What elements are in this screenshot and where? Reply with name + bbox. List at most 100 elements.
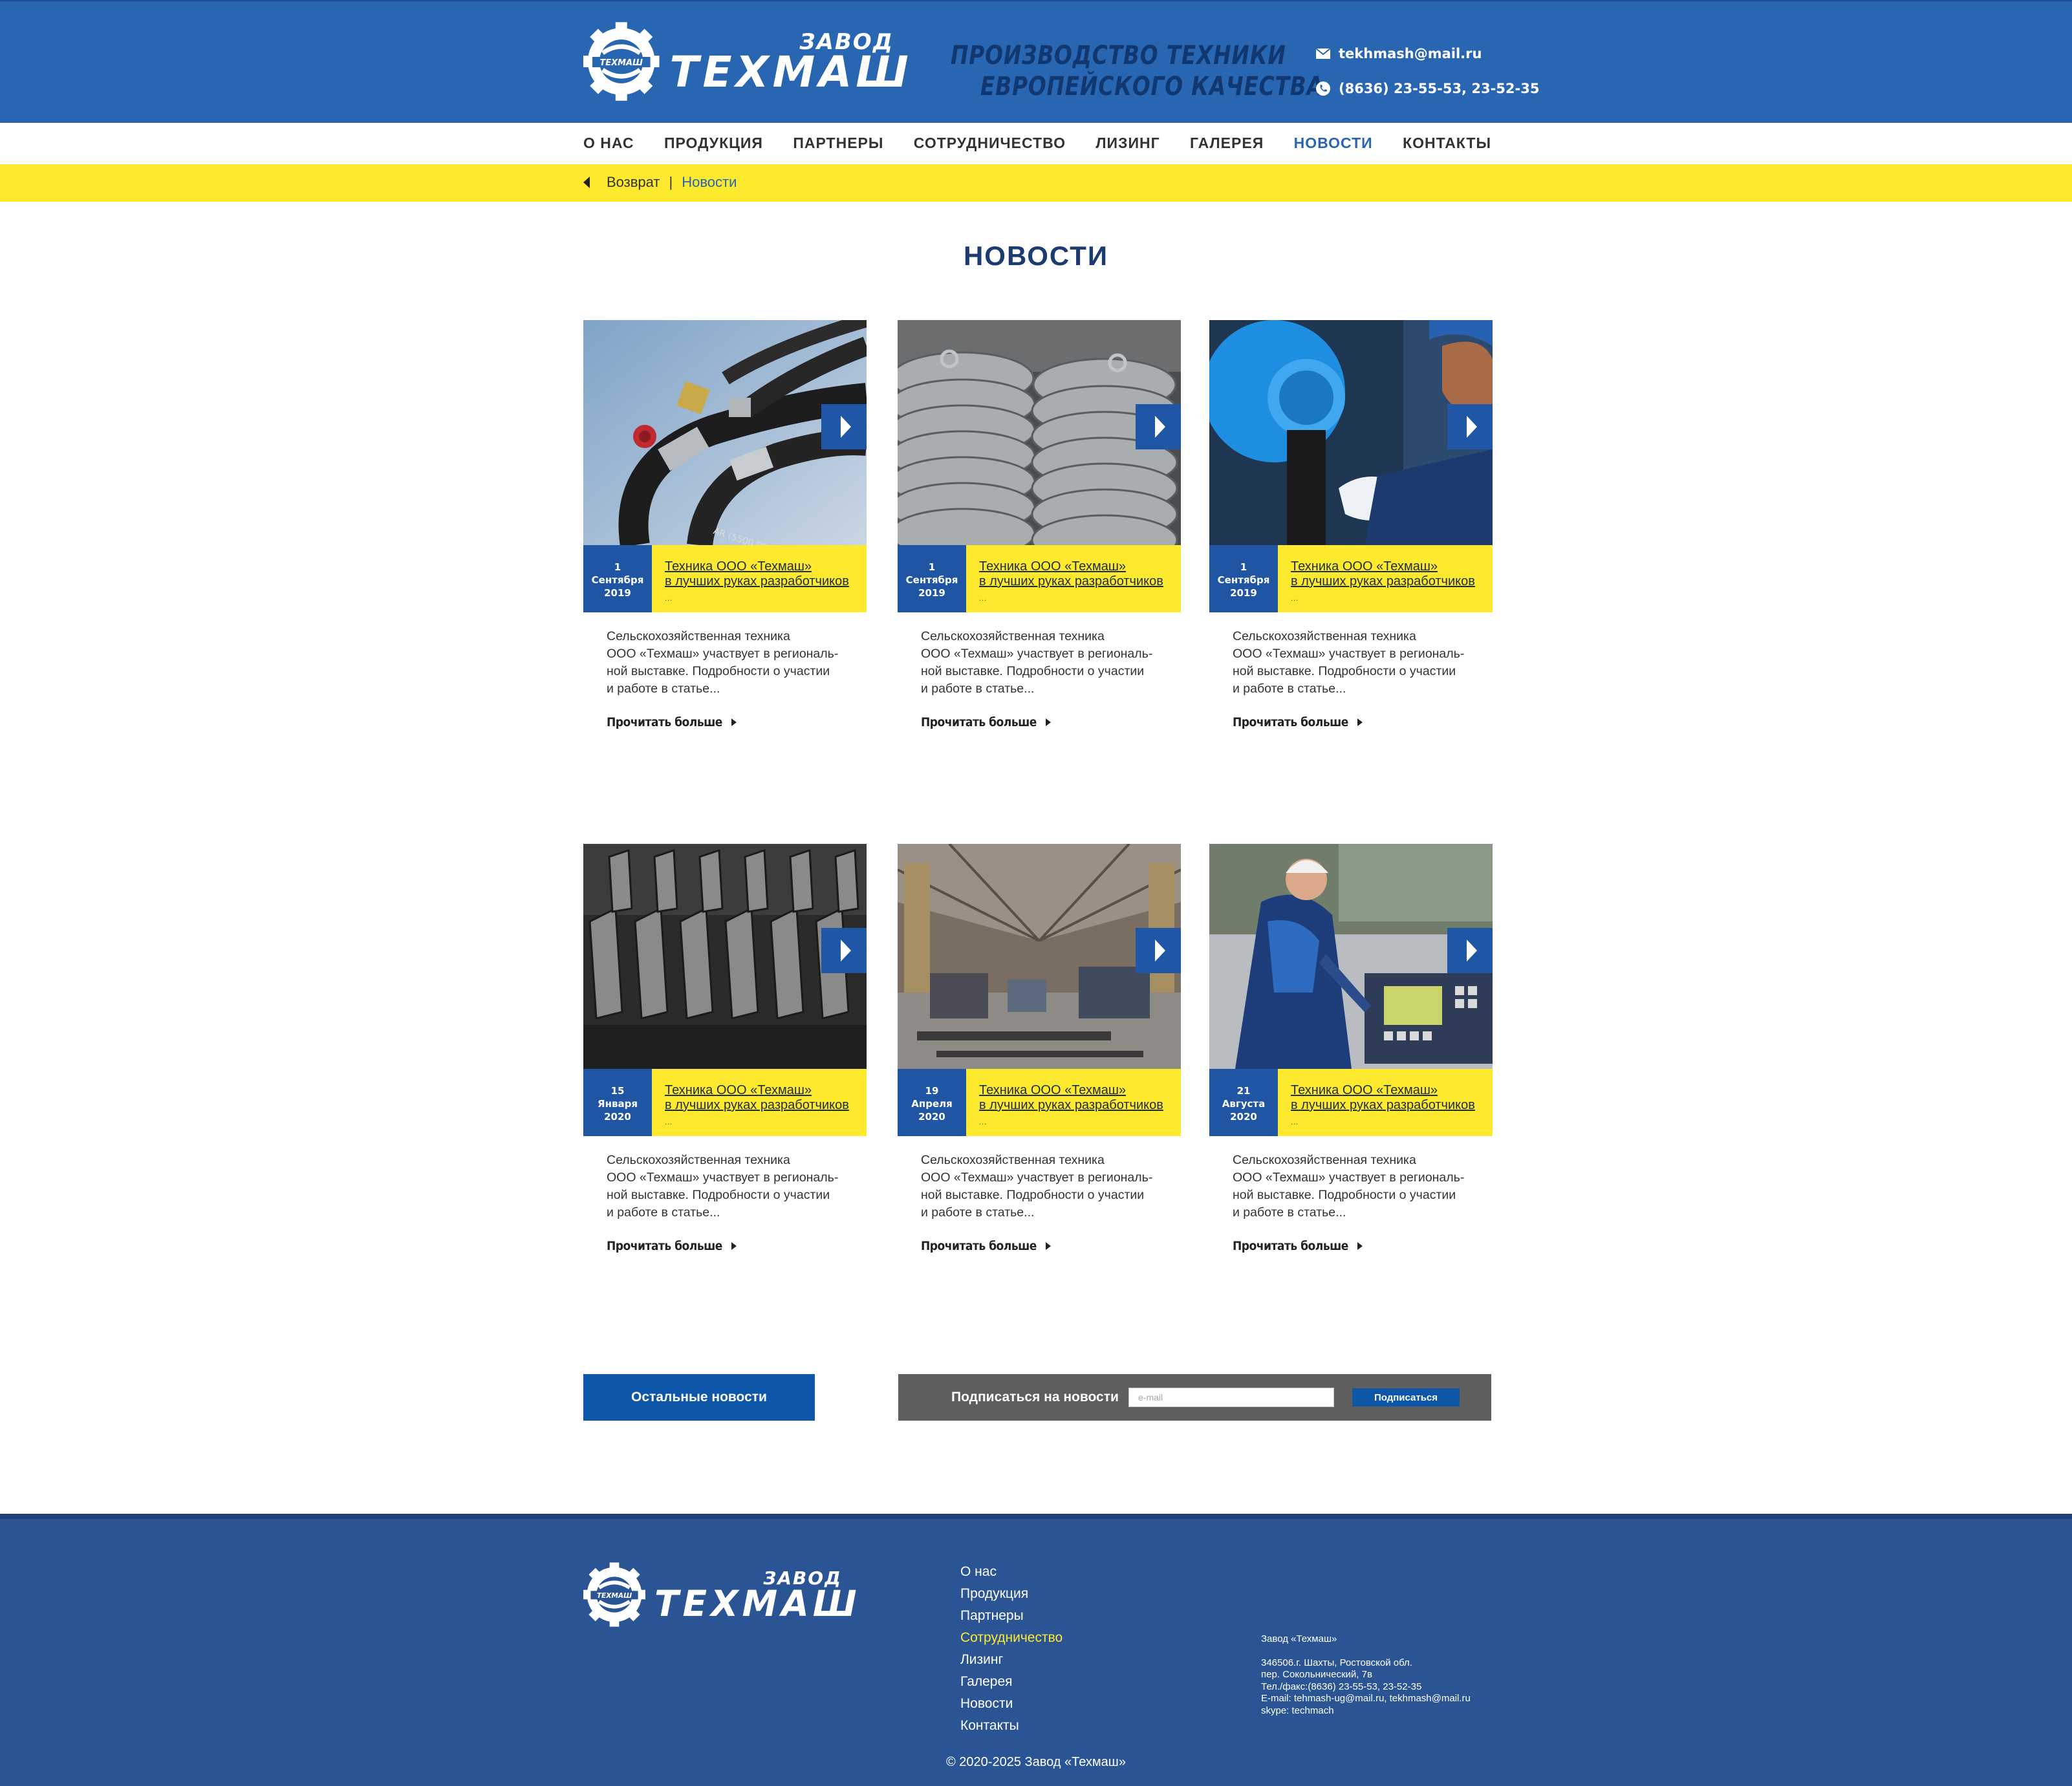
footer-link-about[interactable]: О нас [960,1561,1063,1583]
read-more-link[interactable]: Прочитать больше [607,715,737,729]
excerpt-line: Сельскохозяйственная техника [921,629,1105,643]
excerpt-line: и работе в статье... [607,682,720,696]
play-button[interactable] [1447,928,1493,973]
read-more-link[interactable]: Прочитать больше [921,1239,1051,1253]
news-image[interactable] [1209,844,1493,1069]
footer-link-news[interactable]: Новости [960,1693,1063,1715]
news-title-line2: в лучших руках разработчиков [979,574,1163,588]
news-card: AR (5500 PSI) EN 856 1 Сентября 2019 Тех… [583,320,867,729]
subscribe-label: Подписаться на новости [951,1390,1119,1404]
excerpt-line: Сельскохозяйственная техника [607,629,790,643]
footer-link-cooperation[interactable]: Сотрудничество [960,1627,1063,1649]
news-image[interactable]: AR (5500 PSI) EN 856 [583,320,867,545]
footer-address-line1: 346506.г. Шахты, Ростовской обл. [1261,1657,1412,1668]
excerpt-line: ООО «Техмаш» участвует в региональ- [607,647,839,661]
read-more-link[interactable]: Прочитать больше [921,715,1051,729]
news-excerpt: Сельскохозяйственная техника ООО «Техмаш… [898,612,1169,698]
footer-link-products[interactable]: Продукция [960,1583,1063,1605]
excerpt-line: и работе в статье... [1233,1205,1346,1220]
news-image[interactable] [583,844,867,1069]
news-dots: ... [1291,1119,1299,1126]
footer-brand-wordmark: ЗАВОД ТЕХМАШ [654,1567,857,1622]
nav-item-products[interactable]: ПРОДУКЦИЯ [664,132,763,154]
brand-big: ТЕХМАШ [654,1583,861,1624]
news-date-year: 2019 [918,587,945,599]
brand-big: ТЕХМАШ [669,47,912,97]
read-more-link[interactable]: Прочитать больше [607,1239,737,1253]
read-more-label: Прочитать больше [607,715,722,729]
nav-item-cooperation[interactable]: СОТРУДНИЧЕСТВО [914,132,1066,154]
news-title-line1: Техника ООО «Техмаш» [1291,559,1438,574]
nav-item-gallery[interactable]: ГАЛЕРЕЯ [1190,132,1264,154]
subscribe-form: Подписаться на новости Подписаться [898,1374,1491,1421]
news-title-line1: Техника ООО «Техмаш» [1291,1083,1438,1097]
footer-link-partners[interactable]: Партнеры [960,1605,1063,1627]
news-date-day: 15 [610,1085,625,1097]
news-image[interactable] [898,844,1181,1069]
subscribe-email-input[interactable] [1128,1388,1334,1407]
brand-wordmark: ЗАВОД ТЕХМАШ [670,29,909,94]
header-phone[interactable]: (8636) 23-55-53, 23-52-35 [1315,79,1539,98]
news-card: 1 Сентября 2019 Техника ООО «Техмаш» в л… [898,320,1181,729]
footer-address-line2: пер. Сокольнический, 7в [1261,1669,1372,1680]
play-button[interactable] [821,404,867,449]
news-date-day: 1 [614,561,621,573]
play-button[interactable] [1136,404,1181,449]
site-logo[interactable]: ТЕХМАШ ЗАВОД ТЕХМАШ [583,21,909,102]
news-card: 15 Января 2020 Техника ООО «Техмаш» в лу… [583,844,867,1253]
phone-icon [1316,81,1330,96]
footer-link-leasing[interactable]: Лизинг [960,1649,1063,1671]
excerpt-line: ООО «Техмаш» участвует в региональ- [1233,1170,1465,1185]
read-more-link[interactable]: Прочитать больше [1233,1239,1363,1253]
svg-text:ТЕХМАШ: ТЕХМАШ [597,1592,632,1600]
news-date-year: 2020 [918,1111,945,1123]
back-arrow-icon[interactable] [583,177,590,188]
footer-menu: О нас Продукция Партнеры Сотрудничество … [960,1561,1063,1737]
news-title-link[interactable]: Техника ООО «Техмаш» в лучших руках разр… [1291,1083,1493,1113]
nav-item-partners[interactable]: ПАРТНЕРЫ [793,132,883,154]
footer-logo[interactable]: ТЕХМАШ ЗАВОД ТЕХМАШ [583,1561,857,1628]
play-button[interactable] [1447,404,1493,449]
nav-item-news[interactable]: НОВОСТИ [1294,132,1373,154]
news-title-link[interactable]: Техника ООО «Техмаш» в лучших руках разр… [1291,559,1493,589]
more-news-button[interactable]: Остальные новости [583,1374,815,1421]
tagline-line1: ПРОИЗВОДСТВО ТЕХНИКИ [951,41,1286,70]
footer-address: Завод «Техмаш» 346506.г. Шахты, Ростовск… [1261,1633,1471,1717]
news-date-month: Сентября [905,574,958,586]
excerpt-line: Сельскохозяйственная техника [1233,1153,1416,1167]
nav-item-about[interactable]: О НАС [583,132,634,154]
read-more-link[interactable]: Прочитать больше [1233,715,1363,729]
breadcrumb-back[interactable]: Возврат [607,174,660,191]
excerpt-line: ной выставке. Подробности о участии [1233,664,1456,678]
news-image[interactable] [898,320,1181,545]
tagline-line2: ЕВРОПЕЙСКОГО КАЧЕСТВА [980,72,1324,102]
excerpt-line: ООО «Техмаш» участвует в региональ- [607,1170,839,1185]
news-title-link[interactable]: Техника ООО «Техмаш» в лучших руках разр… [665,1083,867,1113]
subscribe-button[interactable]: Подписаться [1352,1388,1460,1406]
news-date-year: 2020 [1230,1111,1257,1123]
footer-link-contacts[interactable]: Контакты [960,1715,1063,1737]
excerpt-line: ной выставке. Подробности о участии [1233,1188,1456,1202]
news-title-link[interactable]: Техника ООО «Техмаш» в лучших руках разр… [979,559,1181,589]
footer-email[interactable]: E-mail: tehmash-ug@mail.ru, tekhmash@mai… [1261,1693,1471,1705]
nav-item-contacts[interactable]: КОНТАКТЫ [1403,132,1491,154]
news-image[interactable] [1209,320,1493,545]
news-title-line1: Техника ООО «Техмаш» [979,1083,1127,1097]
news-dots: ... [979,1119,987,1126]
excerpt-line: ООО «Техмаш» участвует в региональ- [1233,647,1465,661]
footer-skype: skype: techmach [1261,1705,1334,1716]
news-headline: Техника ООО «Техмаш» в лучших руках разр… [966,545,1181,612]
news-title-link[interactable]: Техника ООО «Техмаш» в лучших руках разр… [665,559,867,589]
header-email[interactable]: tekhmash@mail.ru [1315,44,1539,63]
play-icon [1467,940,1477,962]
news-dots: ... [979,595,987,603]
play-button[interactable] [1136,928,1181,973]
footer-link-gallery[interactable]: Галерея [960,1671,1063,1693]
arrow-right-icon [731,1242,737,1250]
news-headline: Техника ООО «Техмаш» в лучших руках разр… [652,1069,867,1136]
news-title-link[interactable]: Техника ООО «Техмаш» в лучших руках разр… [979,1083,1181,1113]
news-excerpt: Сельскохозяйственная техника ООО «Техмаш… [583,1136,855,1221]
arrow-right-icon [1045,718,1051,726]
play-button[interactable] [821,928,867,973]
nav-item-leasing[interactable]: ЛИЗИНГ [1095,132,1160,154]
